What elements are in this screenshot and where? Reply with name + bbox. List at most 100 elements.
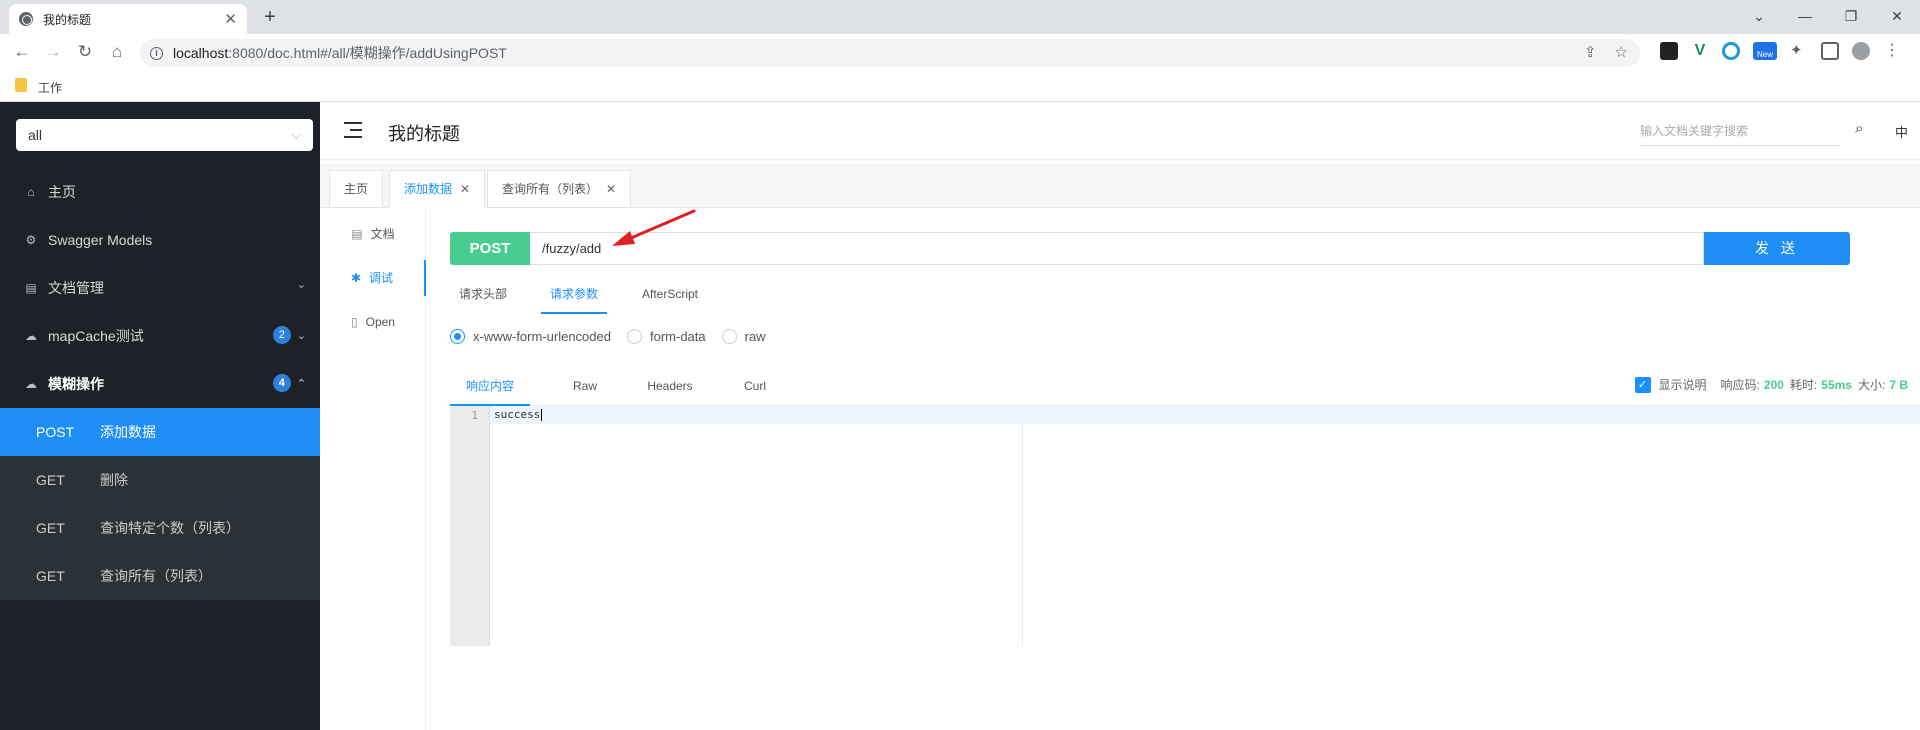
tab-afterscript[interactable]: AfterScript: [632, 274, 708, 314]
sidepanel-icon[interactable]: [1821, 42, 1839, 60]
response-meta: ✓ 显示说明 响应码: 200 耗时: 55ms 大小: 7 B: [1634, 376, 1908, 393]
active-line: [490, 406, 1920, 424]
annotation-arrow: [612, 209, 696, 246]
extension-circle-icon[interactable]: [1722, 42, 1740, 60]
puzzle-icon[interactable]: ✦: [1790, 42, 1808, 60]
new-extension-icon[interactable]: New: [1753, 42, 1777, 60]
new-tab-button[interactable]: +: [258, 6, 282, 29]
response-tabs: 响应内容 Raw Headers Curl ✓ 显示说明 响应码: 200 耗时…: [450, 366, 1920, 406]
endpoint-delete[interactable]: GET 删除: [0, 456, 320, 504]
radio-raw[interactable]: raw: [721, 328, 766, 344]
tab-request-params[interactable]: 请求参数: [541, 274, 607, 314]
share-icon[interactable]: ⇪: [1584, 43, 1597, 61]
show-desc-label[interactable]: 显示说明: [1659, 376, 1707, 393]
endpoint-query-count[interactable]: GET 查询特定个数（列表）: [0, 504, 320, 552]
globe-icon: [19, 12, 33, 26]
page-title: 我的标题: [388, 124, 460, 144]
profile-avatar[interactable]: [1852, 42, 1870, 60]
file-icon: ▯: [351, 315, 358, 329]
main-content: 我的标题 输入文档关键字搜索 ⌕ 中 主页 添加数据 ✕ 查询所有（列表） ✕ ▤ 文…: [320, 102, 1920, 730]
address-url[interactable]: localhost:8080/doc.html#/all/模糊操作/addUsi…: [173, 43, 507, 63]
close-window-button[interactable]: ✕: [1874, 2, 1920, 30]
group-select[interactable]: all ⌵: [16, 119, 313, 151]
home-icon[interactable]: ⌂: [106, 41, 128, 63]
response-editor[interactable]: 1 success: [450, 406, 1920, 646]
tab-headers[interactable]: Headers: [640, 366, 700, 406]
app: all ⌵ ⌂ 主页 ⚙ Swagger Models ▤ 文档管理 ⌄ ☁ m…: [0, 102, 1920, 730]
cloud-icon: ☁: [25, 329, 37, 343]
bookmark-star-icon[interactable]: ☆: [1615, 43, 1628, 61]
bookmark-folder-label[interactable]: 工作: [38, 79, 62, 96]
close-tab-icon[interactable]: ✕: [224, 10, 237, 28]
sidebar: all ⌵ ⌂ 主页 ⚙ Swagger Models ▤ 文档管理 ⌄ ☁ m…: [0, 102, 320, 730]
request-url-input[interactable]: /fuzzy/add: [530, 232, 1704, 265]
response-size: 7 B: [1889, 377, 1908, 392]
count-badge: 2: [272, 326, 291, 344]
endpoint-add-data[interactable]: POST 添加数据: [0, 408, 320, 456]
sidebar-item-swagger-models[interactable]: ⚙ Swagger Models: [0, 216, 320, 264]
chevron-down-icon: ⌄: [296, 329, 306, 342]
vue-devtools-icon[interactable]: V: [1691, 42, 1709, 60]
method-badge: POST: [450, 232, 530, 265]
browser-tab[interactable]: 我的标题 ✕: [9, 4, 247, 34]
close-icon[interactable]: ✕: [606, 182, 616, 196]
close-icon[interactable]: ✕: [460, 182, 470, 196]
tab-curl[interactable]: Curl: [730, 366, 780, 406]
nav-open[interactable]: ▯ Open: [320, 304, 426, 340]
sidebar-item-fuzzy-ops[interactable]: ☁ 模糊操作 4 ⌃: [0, 360, 320, 408]
tab-raw[interactable]: Raw: [560, 366, 610, 406]
doc-icon: ▤: [351, 227, 363, 241]
sidebar-item-home[interactable]: ⌂ 主页: [0, 168, 320, 216]
count-badge: 4: [272, 374, 291, 392]
cloud-icon: ☁: [25, 377, 37, 391]
browser-toolbar: ← → ↻ ⌂ i localhost:8080/doc.html#/all/模…: [0, 34, 1920, 70]
extension-icon[interactable]: [1660, 42, 1678, 60]
tab-query-all[interactable]: 查询所有（列表） ✕: [487, 170, 632, 208]
tab-response-content[interactable]: 响应内容: [450, 366, 530, 406]
tab-request-headers[interactable]: 请求头部: [450, 274, 516, 314]
response-time: 55ms: [1821, 377, 1852, 392]
endpoint-query-all[interactable]: GET 查询所有（列表）: [0, 552, 320, 600]
restore-button[interactable]: ❐: [1828, 2, 1874, 30]
status-code: 200: [1763, 377, 1784, 392]
page-tabs: 主页 添加数据 ✕ 查询所有（列表） ✕: [320, 164, 1920, 208]
nav-doc[interactable]: ▤ 文档: [320, 216, 426, 252]
body-type-radios: x-www-form-urlencoded form-data raw: [450, 324, 782, 348]
folder-icon[interactable]: [15, 78, 27, 92]
more-menu-icon[interactable]: ⋮: [1883, 42, 1901, 60]
home-icon: ⌂: [27, 185, 35, 199]
tab-home[interactable]: 主页: [329, 170, 384, 208]
forward-button[interactable]: →: [42, 41, 64, 63]
search-input[interactable]: 输入文档关键字搜索: [1640, 116, 1840, 146]
language-toggle[interactable]: 中: [1895, 122, 1908, 141]
address-bar[interactable]: i localhost:8080/doc.html#/all/模糊操作/addU…: [140, 39, 1640, 67]
menu-collapse-icon[interactable]: [344, 122, 362, 138]
radio-urlencoded[interactable]: x-www-form-urlencoded: [450, 328, 611, 344]
bug-icon: ✱: [350, 271, 362, 285]
chevron-down-icon: ⌵: [291, 128, 301, 142]
top-header: 我的标题 输入文档关键字搜索 ⌕ 中: [320, 102, 1920, 160]
search-icon[interactable]: ⌕: [1855, 120, 1863, 137]
show-desc-checkbox[interactable]: ✓: [1634, 376, 1651, 393]
browser-tab-title: 我的标题: [43, 12, 92, 27]
send-button[interactable]: 发 送: [1704, 232, 1850, 265]
doc-debug-nav: ▤ 文档 ✱ 调试 ▯ Open: [320, 208, 426, 730]
chevron-down-icon: ⌄: [296, 279, 306, 291]
tab-add-data[interactable]: 添加数据 ✕: [389, 170, 486, 208]
minimize-button[interactable]: —: [1782, 2, 1828, 30]
nav-debug[interactable]: ✱ 调试: [320, 260, 426, 296]
bookmarks-bar: 工作: [0, 70, 1920, 102]
response-body: success: [494, 408, 543, 421]
back-button[interactable]: ←: [11, 41, 33, 63]
reload-button[interactable]: ↻: [74, 41, 96, 63]
browser-tabstrip: 我的标题 ✕ + ⌄ — ❐ ✕: [0, 0, 1920, 34]
gear-icon: ⚙: [25, 233, 37, 247]
chevron-up-icon: ⌃: [296, 377, 306, 390]
radio-form-data[interactable]: form-data: [626, 328, 706, 344]
info-icon[interactable]: i: [150, 46, 163, 60]
sidebar-item-mapcache[interactable]: ☁ mapCache测试 2 ⌄: [0, 312, 320, 360]
doc-icon: ▤: [25, 281, 37, 295]
tab-search-icon[interactable]: ⌄: [1736, 2, 1782, 30]
editor-gutter: 1: [450, 406, 490, 646]
sidebar-item-doc-management[interactable]: ▤ 文档管理 ⌄: [0, 264, 320, 312]
